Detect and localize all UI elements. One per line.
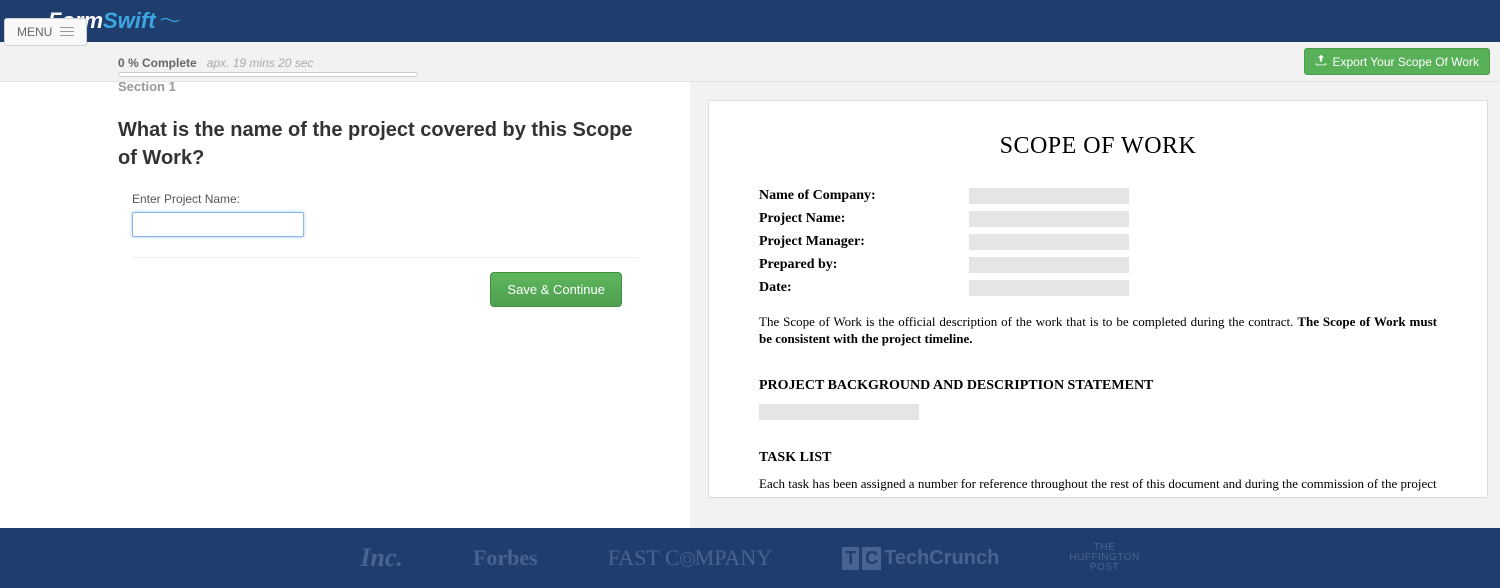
field-group: Enter Project Name: Save & Continue <box>118 192 638 258</box>
doc-field-row: Date: <box>759 280 1437 296</box>
project-name-input[interactable] <box>132 212 304 237</box>
footer-logo-fastcompany: FAST COMPANY <box>608 545 772 571</box>
doc-field-label: Project Manager: <box>759 234 969 250</box>
doc-field-blank <box>969 280 1129 296</box>
doc-field-label: Prepared by: <box>759 257 969 273</box>
progress-pct: 0 % Complete <box>118 56 197 70</box>
doc-field-row: Name of Company: <box>759 188 1437 204</box>
progress-text: 0 % Complete apx. 19 mins 20 sec <box>118 56 640 70</box>
doc-intro-plain: The Scope of Work is the official descri… <box>759 314 1297 329</box>
section-label: Section 1 <box>118 79 640 94</box>
doc-intro: The Scope of Work is the official descri… <box>759 314 1437 348</box>
footer-logo-techcrunch: TCTechCrunch <box>842 547 999 570</box>
doc-title: SCOPE OF WORK <box>759 133 1437 160</box>
field-label: Enter Project Name: <box>132 192 638 206</box>
question-heading: What is the name of the project covered … <box>118 116 638 172</box>
footer-fast-2: MPANY <box>695 545 772 570</box>
divider <box>132 257 638 258</box>
footer-logo-inc: Inc. <box>360 543 403 573</box>
tc-prefix-1: T <box>842 547 859 570</box>
brand-part2: Swift <box>103 8 156 33</box>
doc-field-blank <box>969 234 1129 250</box>
doc-field-label: Date: <box>759 280 969 296</box>
export-button[interactable]: Export Your Scope Of Work <box>1304 48 1490 75</box>
doc-field-label: Project Name: <box>759 211 969 227</box>
save-continue-button[interactable]: Save & Continue <box>490 272 622 307</box>
preview-pane: SCOPE OF WORK Name of Company: Project N… <box>690 82 1500 528</box>
doc-field-blank <box>969 257 1129 273</box>
doc-field-row: Project Name: <box>759 211 1437 227</box>
form-pane: 0 % Complete apx. 19 mins 20 sec Section… <box>0 82 690 528</box>
doc-field-blank <box>969 211 1129 227</box>
footer-logo-huffpost: THE HUFFINGTON POST <box>1069 543 1139 573</box>
top-header: FormSwift <box>0 0 1500 42</box>
doc-section-heading: TASK LIST <box>759 450 1437 466</box>
footer-logo-forbes: Forbes <box>473 545 538 571</box>
hamburger-icon <box>60 27 74 37</box>
main-area: 0 % Complete apx. 19 mins 20 sec Section… <box>0 82 1500 528</box>
progress-bar <box>118 72 418 77</box>
doc-section-blank <box>759 404 919 420</box>
doc-section-heading: PROJECT BACKGROUND AND DESCRIPTION STATE… <box>759 378 1437 394</box>
progress-eta: apx. 19 mins 20 sec <box>207 56 314 70</box>
menu-button[interactable]: MENU <box>4 18 87 46</box>
tc-prefix-2: C <box>862 547 881 570</box>
doc-field-label: Name of Company: <box>759 188 969 204</box>
footer-fast-1: FAST C <box>608 545 680 570</box>
document-preview[interactable]: SCOPE OF WORK Name of Company: Project N… <box>708 100 1488 498</box>
menu-label: MENU <box>17 25 52 39</box>
doc-field-blank <box>969 188 1129 204</box>
tc-text: TechCrunch <box>884 547 999 569</box>
doc-task-intro: Each task has been assigned a number for… <box>759 476 1437 493</box>
doc-field-row: Project Manager: <box>759 234 1437 250</box>
export-label: Export Your Scope Of Work <box>1332 55 1479 69</box>
share-icon <box>1315 54 1327 69</box>
progress-area: 0 % Complete apx. 19 mins 20 sec Section… <box>118 52 640 94</box>
footer: Inc. Forbes FAST COMPANY TCTechCrunch TH… <box>0 528 1500 588</box>
doc-field-row: Prepared by: <box>759 257 1437 273</box>
